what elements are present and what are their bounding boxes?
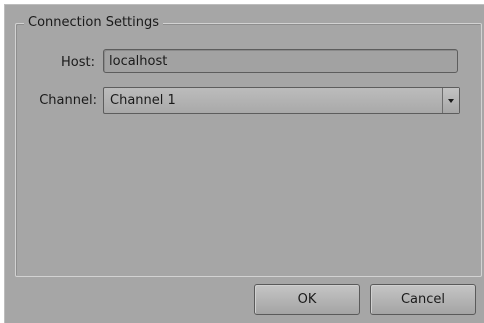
- ok-button[interactable]: OK: [254, 284, 360, 315]
- host-label: Host:: [61, 55, 95, 70]
- cancel-button[interactable]: Cancel: [370, 284, 476, 315]
- channel-dropdown-button[interactable]: [442, 88, 459, 113]
- channel-selected-value: Channel 1: [110, 93, 176, 108]
- ok-button-label: OK: [297, 292, 317, 307]
- channel-select[interactable]: Channel 1: [103, 87, 460, 114]
- chevron-down-icon: [448, 99, 454, 103]
- channel-label: Channel:: [39, 93, 97, 108]
- host-input[interactable]: [103, 49, 458, 73]
- connection-settings-dialog: Connection Settings Host: Channel: Chann…: [0, 0, 484, 323]
- group-title: Connection Settings: [24, 15, 164, 31]
- cancel-button-label: Cancel: [400, 292, 446, 307]
